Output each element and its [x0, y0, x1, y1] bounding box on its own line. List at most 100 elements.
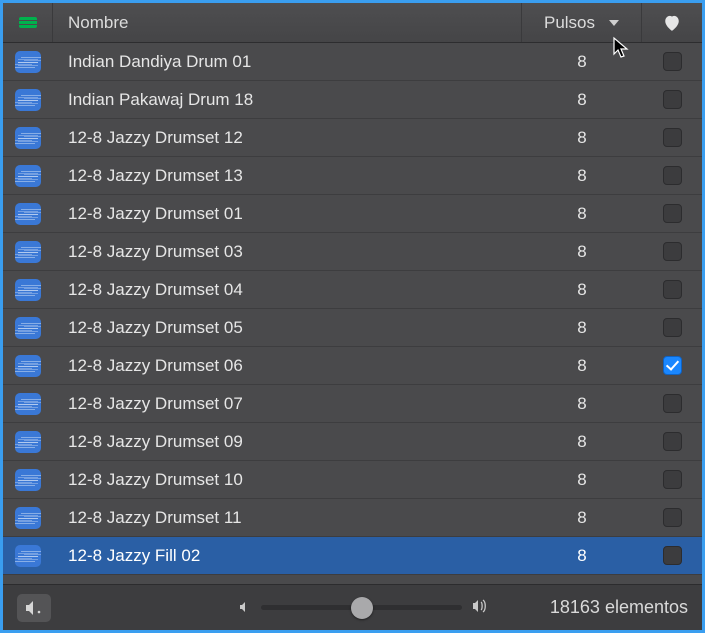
item-count: 18163 elementos: [550, 597, 688, 618]
audio-loop-icon: [15, 507, 41, 529]
favorite-checkbox[interactable]: [663, 356, 682, 375]
loop-beats: 8: [522, 394, 642, 414]
loop-beats: 8: [522, 242, 642, 262]
loop-type-cell: [3, 469, 53, 491]
favorite-cell: [642, 204, 702, 223]
volume-slider[interactable]: [261, 605, 462, 610]
column-header-name[interactable]: Nombre: [53, 3, 522, 42]
loop-type-cell: [3, 241, 53, 263]
heart-icon: [663, 15, 681, 31]
audio-loop-icon: [15, 545, 41, 567]
loop-name: 12-8 Jazzy Drumset 10: [53, 470, 522, 490]
loop-beats: 8: [522, 318, 642, 338]
table-row[interactable]: Indian Dandiya Drum 018: [3, 43, 702, 81]
favorite-checkbox[interactable]: [663, 508, 682, 527]
table-row[interactable]: 12-8 Jazzy Drumset 078: [3, 385, 702, 423]
favorite-checkbox[interactable]: [663, 204, 682, 223]
preview-play-button[interactable]: [17, 594, 51, 622]
loop-beats: 8: [522, 508, 642, 528]
loop-name: 12-8 Jazzy Drumset 06: [53, 356, 522, 376]
loop-beats: 8: [522, 204, 642, 224]
loop-name: 12-8 Jazzy Drumset 03: [53, 242, 522, 262]
loop-type-cell: [3, 431, 53, 453]
loop-type-cell: [3, 279, 53, 301]
favorite-checkbox[interactable]: [663, 166, 682, 185]
footer-bar: 18163 elementos: [3, 584, 702, 630]
loop-name: 12-8 Jazzy Drumset 07: [53, 394, 522, 414]
favorite-cell: [642, 90, 702, 109]
table-row[interactable]: 12-8 Jazzy Drumset 128: [3, 119, 702, 157]
audio-loop-icon: [15, 89, 41, 111]
table-row[interactable]: 12-8 Jazzy Drumset 018: [3, 195, 702, 233]
loop-name: 12-8 Jazzy Drumset 09: [53, 432, 522, 452]
favorite-checkbox[interactable]: [663, 432, 682, 451]
audio-loop-icon: [15, 127, 41, 149]
loop-beats: 8: [522, 128, 642, 148]
table-row[interactable]: 12-8 Jazzy Drumset 138: [3, 157, 702, 195]
loop-name: Indian Dandiya Drum 01: [53, 52, 522, 72]
loop-list: Indian Dandiya Drum 018Indian Pakawaj Dr…: [3, 43, 702, 584]
audio-loop-icon: [15, 355, 41, 377]
favorite-checkbox[interactable]: [663, 470, 682, 489]
table-row[interactable]: 12-8 Jazzy Drumset 068: [3, 347, 702, 385]
favorite-cell: [642, 356, 702, 375]
loop-type-cell: [3, 203, 53, 225]
column-header-favorite[interactable]: [642, 3, 702, 42]
loop-type-cell: [3, 89, 53, 111]
loop-name: Indian Pakawaj Drum 18: [53, 90, 522, 110]
audio-loop-icon: [15, 469, 41, 491]
speaker-high-icon: [472, 598, 489, 618]
loop-type-cell: [3, 507, 53, 529]
loop-name: 12-8 Jazzy Drumset 11: [53, 508, 522, 528]
loop-beats: 8: [522, 52, 642, 72]
volume-thumb[interactable]: [351, 597, 373, 619]
loop-beats: 8: [522, 280, 642, 300]
loop-name: 12-8 Jazzy Fill 02: [53, 546, 522, 566]
favorite-checkbox[interactable]: [663, 546, 682, 565]
loop-type-cell: [3, 317, 53, 339]
table-row[interactable]: 12-8 Jazzy Drumset 118: [3, 499, 702, 537]
audio-loop-icon: [15, 203, 41, 225]
loop-type-cell: [3, 127, 53, 149]
favorite-checkbox[interactable]: [663, 280, 682, 299]
table-row[interactable]: 12-8 Jazzy Drumset 058: [3, 309, 702, 347]
audio-loop-icon: [15, 279, 41, 301]
favorite-checkbox[interactable]: [663, 318, 682, 337]
audio-loop-icon: [15, 431, 41, 453]
table-row[interactable]: 12-8 Jazzy Drumset 098: [3, 423, 702, 461]
audio-loop-icon: [15, 241, 41, 263]
favorite-checkbox[interactable]: [663, 90, 682, 109]
favorite-checkbox[interactable]: [663, 128, 682, 147]
favorite-checkbox[interactable]: [663, 394, 682, 413]
table-row[interactable]: 12-8 Jazzy Drumset 048: [3, 271, 702, 309]
column-header-beats[interactable]: Pulsos: [522, 3, 642, 42]
table-row[interactable]: 12-8 Jazzy Drumset 038: [3, 233, 702, 271]
table-row[interactable]: Indian Pakawaj Drum 188: [3, 81, 702, 119]
loop-name: 12-8 Jazzy Drumset 12: [53, 128, 522, 148]
loop-type-cell: [3, 51, 53, 73]
favorite-cell: [642, 52, 702, 71]
favorite-checkbox[interactable]: [663, 242, 682, 261]
volume-control: [239, 598, 489, 618]
column-header-row: Nombre Pulsos: [3, 3, 702, 43]
favorite-cell: [642, 508, 702, 527]
view-mode-toggle[interactable]: [3, 3, 53, 42]
speaker-low-icon: [239, 600, 251, 616]
loop-beats: 8: [522, 546, 642, 566]
loop-type-cell: [3, 545, 53, 567]
list-icon: [19, 17, 37, 28]
audio-loop-icon: [15, 393, 41, 415]
favorite-cell: [642, 470, 702, 489]
header-name-label: Nombre: [68, 13, 128, 33]
loop-name: 12-8 Jazzy Drumset 04: [53, 280, 522, 300]
speaker-play-icon: [25, 600, 43, 616]
chevron-down-icon: [609, 20, 619, 26]
loop-beats: 8: [522, 166, 642, 186]
table-row[interactable]: 12-8 Jazzy Drumset 108: [3, 461, 702, 499]
favorite-checkbox[interactable]: [663, 52, 682, 71]
favorite-cell: [642, 432, 702, 451]
favorite-cell: [642, 128, 702, 147]
table-row[interactable]: 12-8 Jazzy Fill 028: [3, 537, 702, 575]
loop-type-cell: [3, 355, 53, 377]
loop-type-cell: [3, 165, 53, 187]
